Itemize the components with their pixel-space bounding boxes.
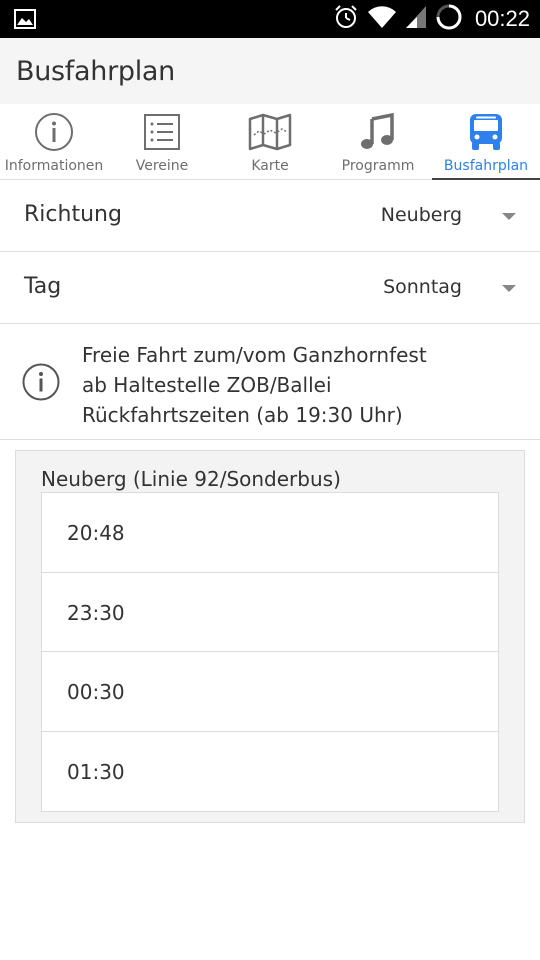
tab-karte[interactable]: Karte [216, 104, 324, 180]
bus-icon [462, 108, 510, 156]
info-icon [30, 108, 78, 156]
tab-label: Karte [251, 158, 289, 174]
departure-row[interactable]: 23:30 [42, 573, 498, 652]
departure-time: 20:48 [67, 521, 125, 545]
dropdown-arrow-icon [502, 213, 516, 220]
music-icon [354, 108, 402, 156]
tab-programm[interactable]: Programm [324, 104, 432, 180]
alarm-icon [333, 4, 359, 35]
info-notice: Freie Fahrt zum/vom Ganzhornfest ab Halt… [0, 324, 540, 440]
info-line: Rückfahrtszeiten (ab 19:30 Uhr) [82, 403, 403, 427]
departure-time: 00:30 [67, 680, 125, 704]
tab-informationen[interactable]: Informationen [0, 104, 108, 180]
image-icon [14, 9, 36, 34]
clock: 00:22 [474, 6, 530, 31]
direction-value: Neuberg [380, 204, 462, 226]
list-icon [138, 108, 186, 156]
page-title: Busfahrplan [16, 56, 175, 87]
direction-label: Richtung [24, 202, 122, 227]
direction-select[interactable]: Richtung Neuberg [0, 180, 540, 252]
day-value: Sonntag [383, 276, 462, 298]
departure-time: 23:30 [67, 600, 125, 625]
tab-busfahrplan[interactable]: Busfahrplan [432, 104, 540, 181]
departure-list: 20:48 23:30 00:30 01:30 [41, 492, 499, 812]
app-bar: Busfahrplan [0, 38, 540, 104]
battery-icon [435, 3, 463, 36]
schedule-title: Neuberg (Linie 92/Sonderbus) [41, 467, 341, 491]
day-select[interactable]: Tag Sonntag [0, 252, 540, 324]
tab-label: Informationen [4, 158, 104, 174]
info-line: Freie Fahrt zum/vom Ganzhornfest [82, 343, 427, 367]
schedule-card: Neuberg (Linie 92/Sonderbus) 20:48 23:30… [15, 450, 525, 823]
info-icon [22, 363, 60, 406]
tab-label: Busfahrplan [443, 158, 529, 174]
departure-time: 01:30 [67, 759, 125, 784]
map-icon [246, 108, 294, 156]
info-line: ab Haltestelle ZOB/Ballei [82, 373, 332, 397]
status-bar: 00:22 [0, 0, 540, 38]
tab-label: Vereine [135, 158, 189, 174]
day-label: Tag [24, 274, 62, 299]
dropdown-arrow-icon [502, 285, 516, 292]
departure-row[interactable]: 00:30 [42, 652, 498, 732]
tab-bar: Informationen Vereine Karte Programm Bus… [0, 104, 540, 181]
departure-row[interactable]: 20:48 [42, 493, 498, 573]
tab-vereine[interactable]: Vereine [108, 104, 216, 180]
tab-label: Programm [341, 158, 415, 174]
departure-row[interactable]: 01:30 [42, 732, 498, 812]
signal-icon [405, 5, 427, 34]
wifi-icon [367, 5, 397, 34]
info-text: Freie Fahrt zum/vom Ganzhornfest ab Halt… [82, 340, 427, 430]
